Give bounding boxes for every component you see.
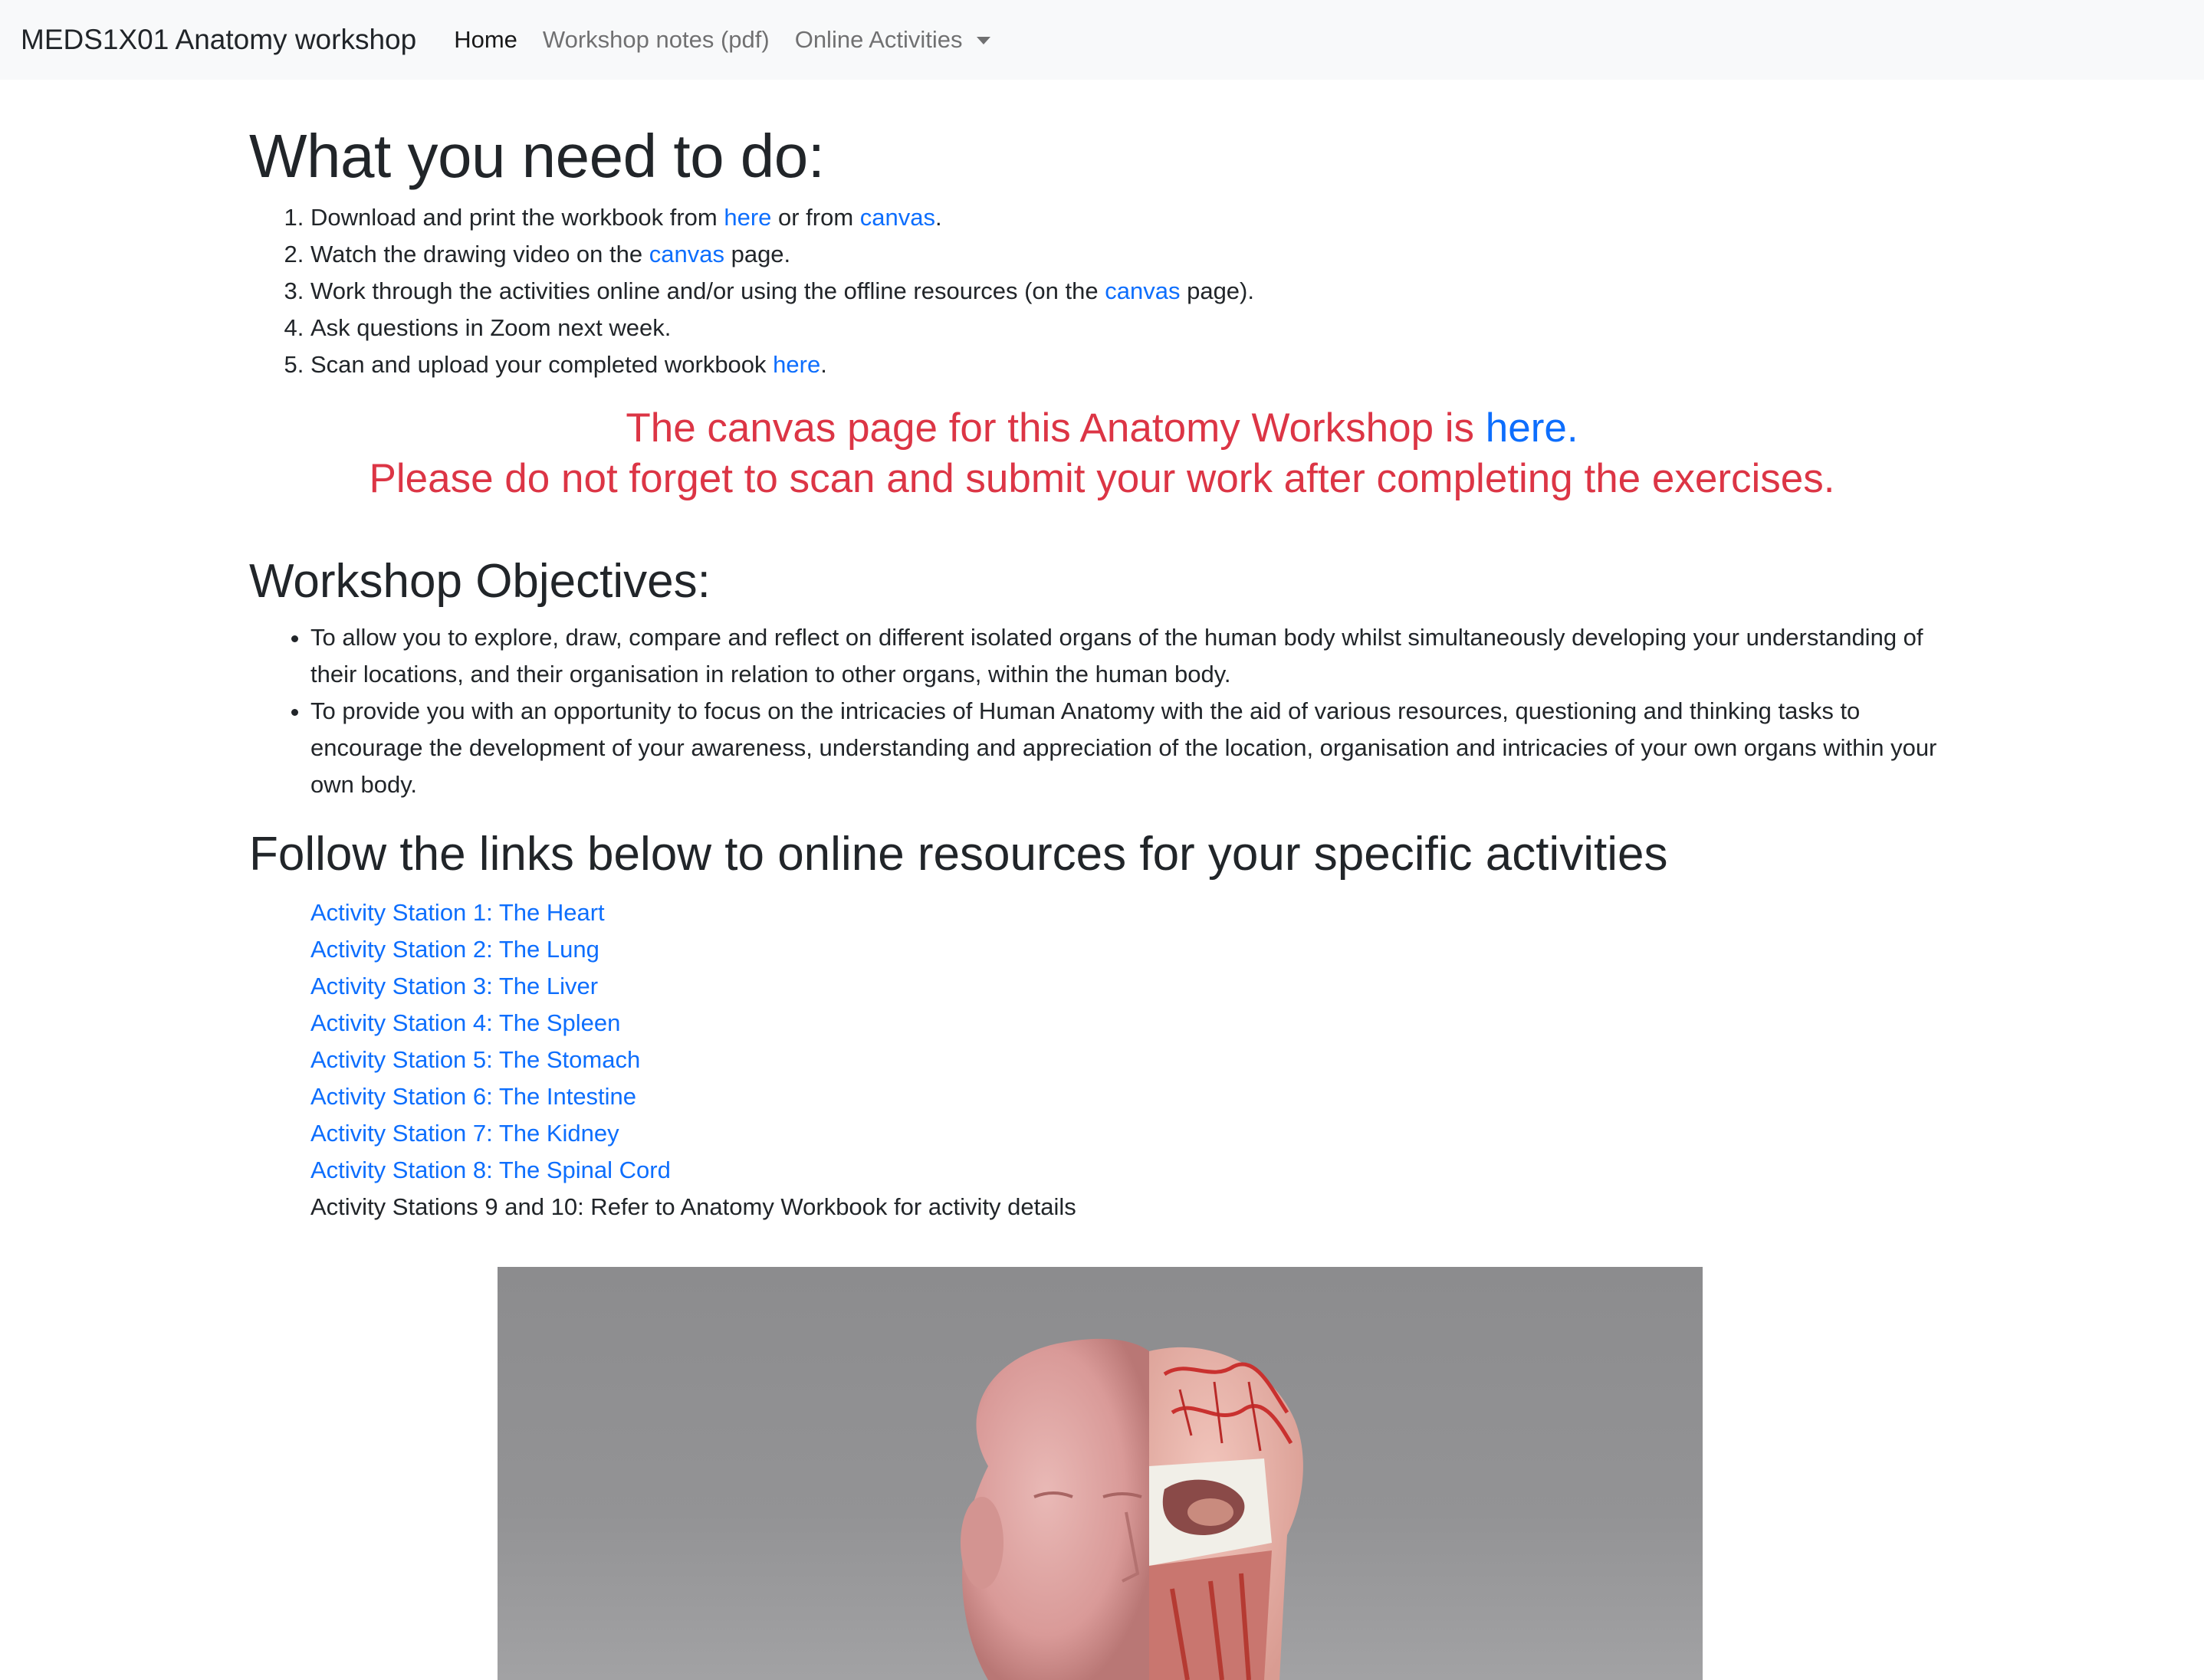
todo-step: Scan and upload your completed workbook … <box>310 346 1959 383</box>
navbar-brand[interactable]: MEDS1X01 Anatomy workshop <box>21 24 416 56</box>
objective-item: To provide you with an opportunity to fo… <box>310 693 1959 803</box>
activity-station-6-link[interactable]: Activity Station 6: The Intestine <box>310 1083 636 1110</box>
todo-step: Download and print the workbook from her… <box>310 199 1959 236</box>
activity-station-8-link[interactable]: Activity Station 8: The Spinal Cord <box>310 1157 671 1183</box>
main-content: What you need to do: Download and print … <box>249 115 1959 1226</box>
activity-stations-9-10-note: Activity Stations 9 and 10: Refer to Ana… <box>310 1193 1076 1220</box>
todo-steps-list: Download and print the workbook from her… <box>249 199 1959 383</box>
todo-step: Work through the activities online and/o… <box>310 273 1959 310</box>
canvas-notice: The canvas page for this Anatomy Worksho… <box>249 403 1955 504</box>
activity-station-1-link[interactable]: Activity Station 1: The Heart <box>310 899 605 926</box>
activity-station-5-link[interactable]: Activity Station 5: The Stomach <box>310 1046 640 1073</box>
video-canvas-link[interactable]: canvas <box>649 241 724 267</box>
head-model-illustration <box>961 1338 1303 1680</box>
activity-station-2-link[interactable]: Activity Station 2: The Lung <box>310 936 599 963</box>
objective-item: To allow you to explore, draw, compare a… <box>310 619 1959 693</box>
nav-workshop-notes[interactable]: Workshop notes (pdf) <box>543 26 770 54</box>
upload-here-link[interactable]: here <box>773 351 820 378</box>
activity-station-3-link[interactable]: Activity Station 3: The Liver <box>310 973 598 999</box>
todo-step: Ask questions in Zoom next week. <box>310 310 1959 346</box>
navbar: MEDS1X01 Anatomy workshop Home Workshop … <box>0 0 2204 80</box>
objectives-list: To allow you to explore, draw, compare a… <box>249 619 1959 803</box>
workbook-canvas-link[interactable]: canvas <box>860 204 935 231</box>
workbook-here-link[interactable]: here <box>724 204 771 231</box>
nav-home[interactable]: Home <box>454 26 517 54</box>
activity-links-list: Activity Station 1: The Heart Activity S… <box>249 894 1959 1226</box>
activities-heading: Follow the links below to online resourc… <box>249 828 1668 881</box>
nav-online-activities-label: Online Activities <box>794 26 963 53</box>
notice-line-1: The canvas page for this Anatomy Worksho… <box>626 405 1578 451</box>
notice-line-2: Please do not forget to scan and submit … <box>369 456 1835 501</box>
todo-heading: What you need to do: <box>249 122 825 190</box>
anatomy-head-model-photo <box>498 1267 1703 1680</box>
chevron-down-icon <box>976 37 990 44</box>
objectives-heading: Workshop Objectives: <box>249 555 711 608</box>
activity-station-7-link[interactable]: Activity Station 7: The Kidney <box>310 1120 619 1147</box>
activity-station-4-link[interactable]: Activity Station 4: The Spleen <box>310 1009 620 1036</box>
nav-online-activities-dropdown[interactable]: Online Activities <box>795 26 990 54</box>
todo-step: Watch the drawing video on the canvas pa… <box>310 236 1959 273</box>
canvas-page-here-link[interactable]: here. <box>1486 405 1578 451</box>
resources-canvas-link[interactable]: canvas <box>1105 277 1180 304</box>
